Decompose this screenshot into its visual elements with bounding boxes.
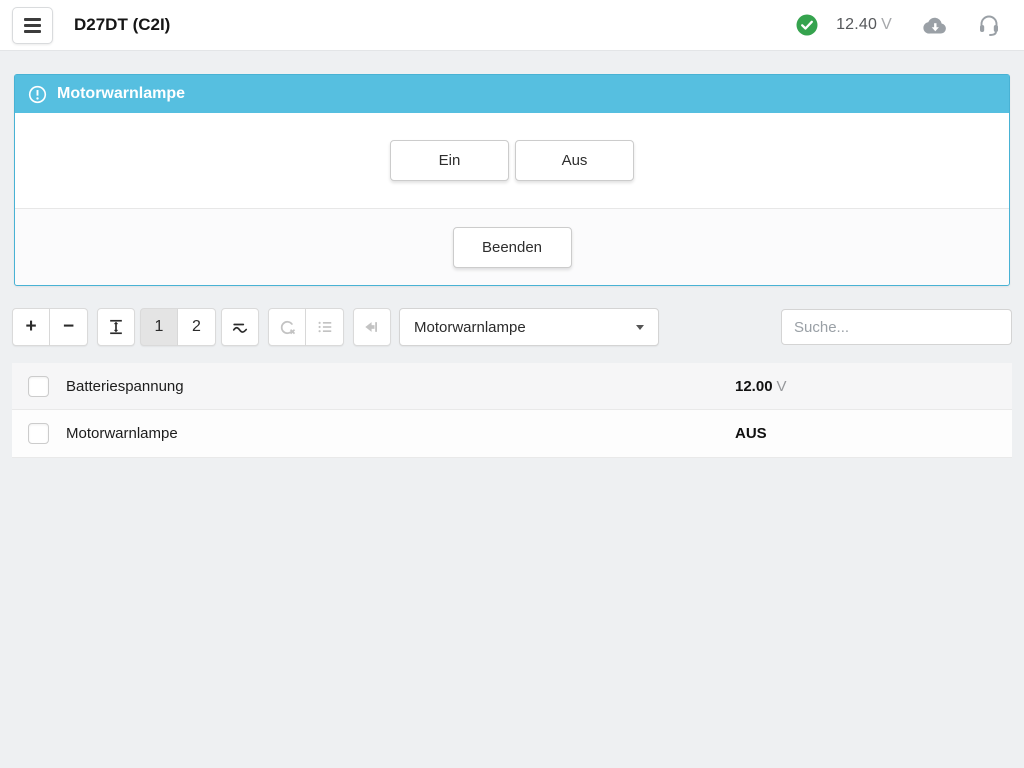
toolbar: + − 1 2 xyxy=(12,308,1012,346)
expand-vertical-icon xyxy=(106,317,126,337)
graph-view-button[interactable] xyxy=(221,308,259,346)
clear-selection-button[interactable] xyxy=(268,308,306,346)
fit-vertical-button[interactable] xyxy=(97,308,135,346)
caret-down-icon xyxy=(636,325,644,330)
panel-body: Ein Aus xyxy=(15,113,1009,209)
voltage-value: 12.40 xyxy=(836,16,877,33)
jump-to-start-button[interactable] xyxy=(353,308,391,346)
list-icon xyxy=(315,317,335,337)
menu-button[interactable] xyxy=(12,7,53,44)
top-bar: D27DT (C2I) 12.40V xyxy=(0,0,1024,51)
headset-icon[interactable] xyxy=(978,13,1000,37)
ein-button[interactable]: Ein xyxy=(390,140,509,181)
page-2-button[interactable]: 2 xyxy=(178,308,216,346)
page-switch-group: 1 2 xyxy=(140,308,216,346)
search-input[interactable] xyxy=(781,309,1012,345)
remove-button[interactable]: − xyxy=(50,308,88,346)
panel-header: Motorwarnlampe xyxy=(15,75,1009,113)
measurement-value: AUS xyxy=(735,425,771,442)
cloud-download-icon[interactable] xyxy=(922,15,948,35)
panel-footer: Beenden xyxy=(15,209,1009,285)
measurements-table: Batteriespannung 12.00V Motorwarnlampe A… xyxy=(12,363,1012,458)
function-select-value: Motorwarnlampe xyxy=(414,319,526,336)
check-circle-icon xyxy=(796,14,818,36)
topbar-status-area: 12.40V xyxy=(796,13,1000,37)
beenden-button[interactable]: Beenden xyxy=(453,227,572,268)
measurement-name: Batteriespannung xyxy=(66,378,184,395)
add-remove-group: + − xyxy=(12,308,88,346)
clear-x-icon xyxy=(277,317,298,338)
table-row[interactable]: Batteriespannung 12.00V xyxy=(12,363,1012,410)
exclamation-circle-icon xyxy=(28,85,47,104)
table-row[interactable]: Motorwarnlampe AUS xyxy=(12,410,1012,457)
wave-icon xyxy=(230,317,250,337)
measurement-unit: V xyxy=(777,378,787,395)
add-button[interactable]: + xyxy=(12,308,50,346)
page-1-button[interactable]: 1 xyxy=(140,308,178,346)
voltage-unit: V xyxy=(881,16,892,33)
panel-title: Motorwarnlampe xyxy=(57,85,185,103)
clear-list-group xyxy=(268,308,344,346)
actuator-test-panel: Motorwarnlampe Ein Aus Beenden xyxy=(14,74,1010,286)
measurement-value: 12.00V xyxy=(735,378,787,395)
battery-voltage-status: 12.40V xyxy=(836,16,892,34)
function-select[interactable]: Motorwarnlampe xyxy=(399,308,659,346)
list-view-button[interactable] xyxy=(306,308,344,346)
row-checkbox[interactable] xyxy=(28,376,49,397)
arrow-to-start-icon xyxy=(362,317,382,337)
measurement-name: Motorwarnlampe xyxy=(66,425,178,442)
aus-button[interactable]: Aus xyxy=(515,140,634,181)
row-checkbox[interactable] xyxy=(28,423,49,444)
page-title: D27DT (C2I) xyxy=(74,15,170,35)
